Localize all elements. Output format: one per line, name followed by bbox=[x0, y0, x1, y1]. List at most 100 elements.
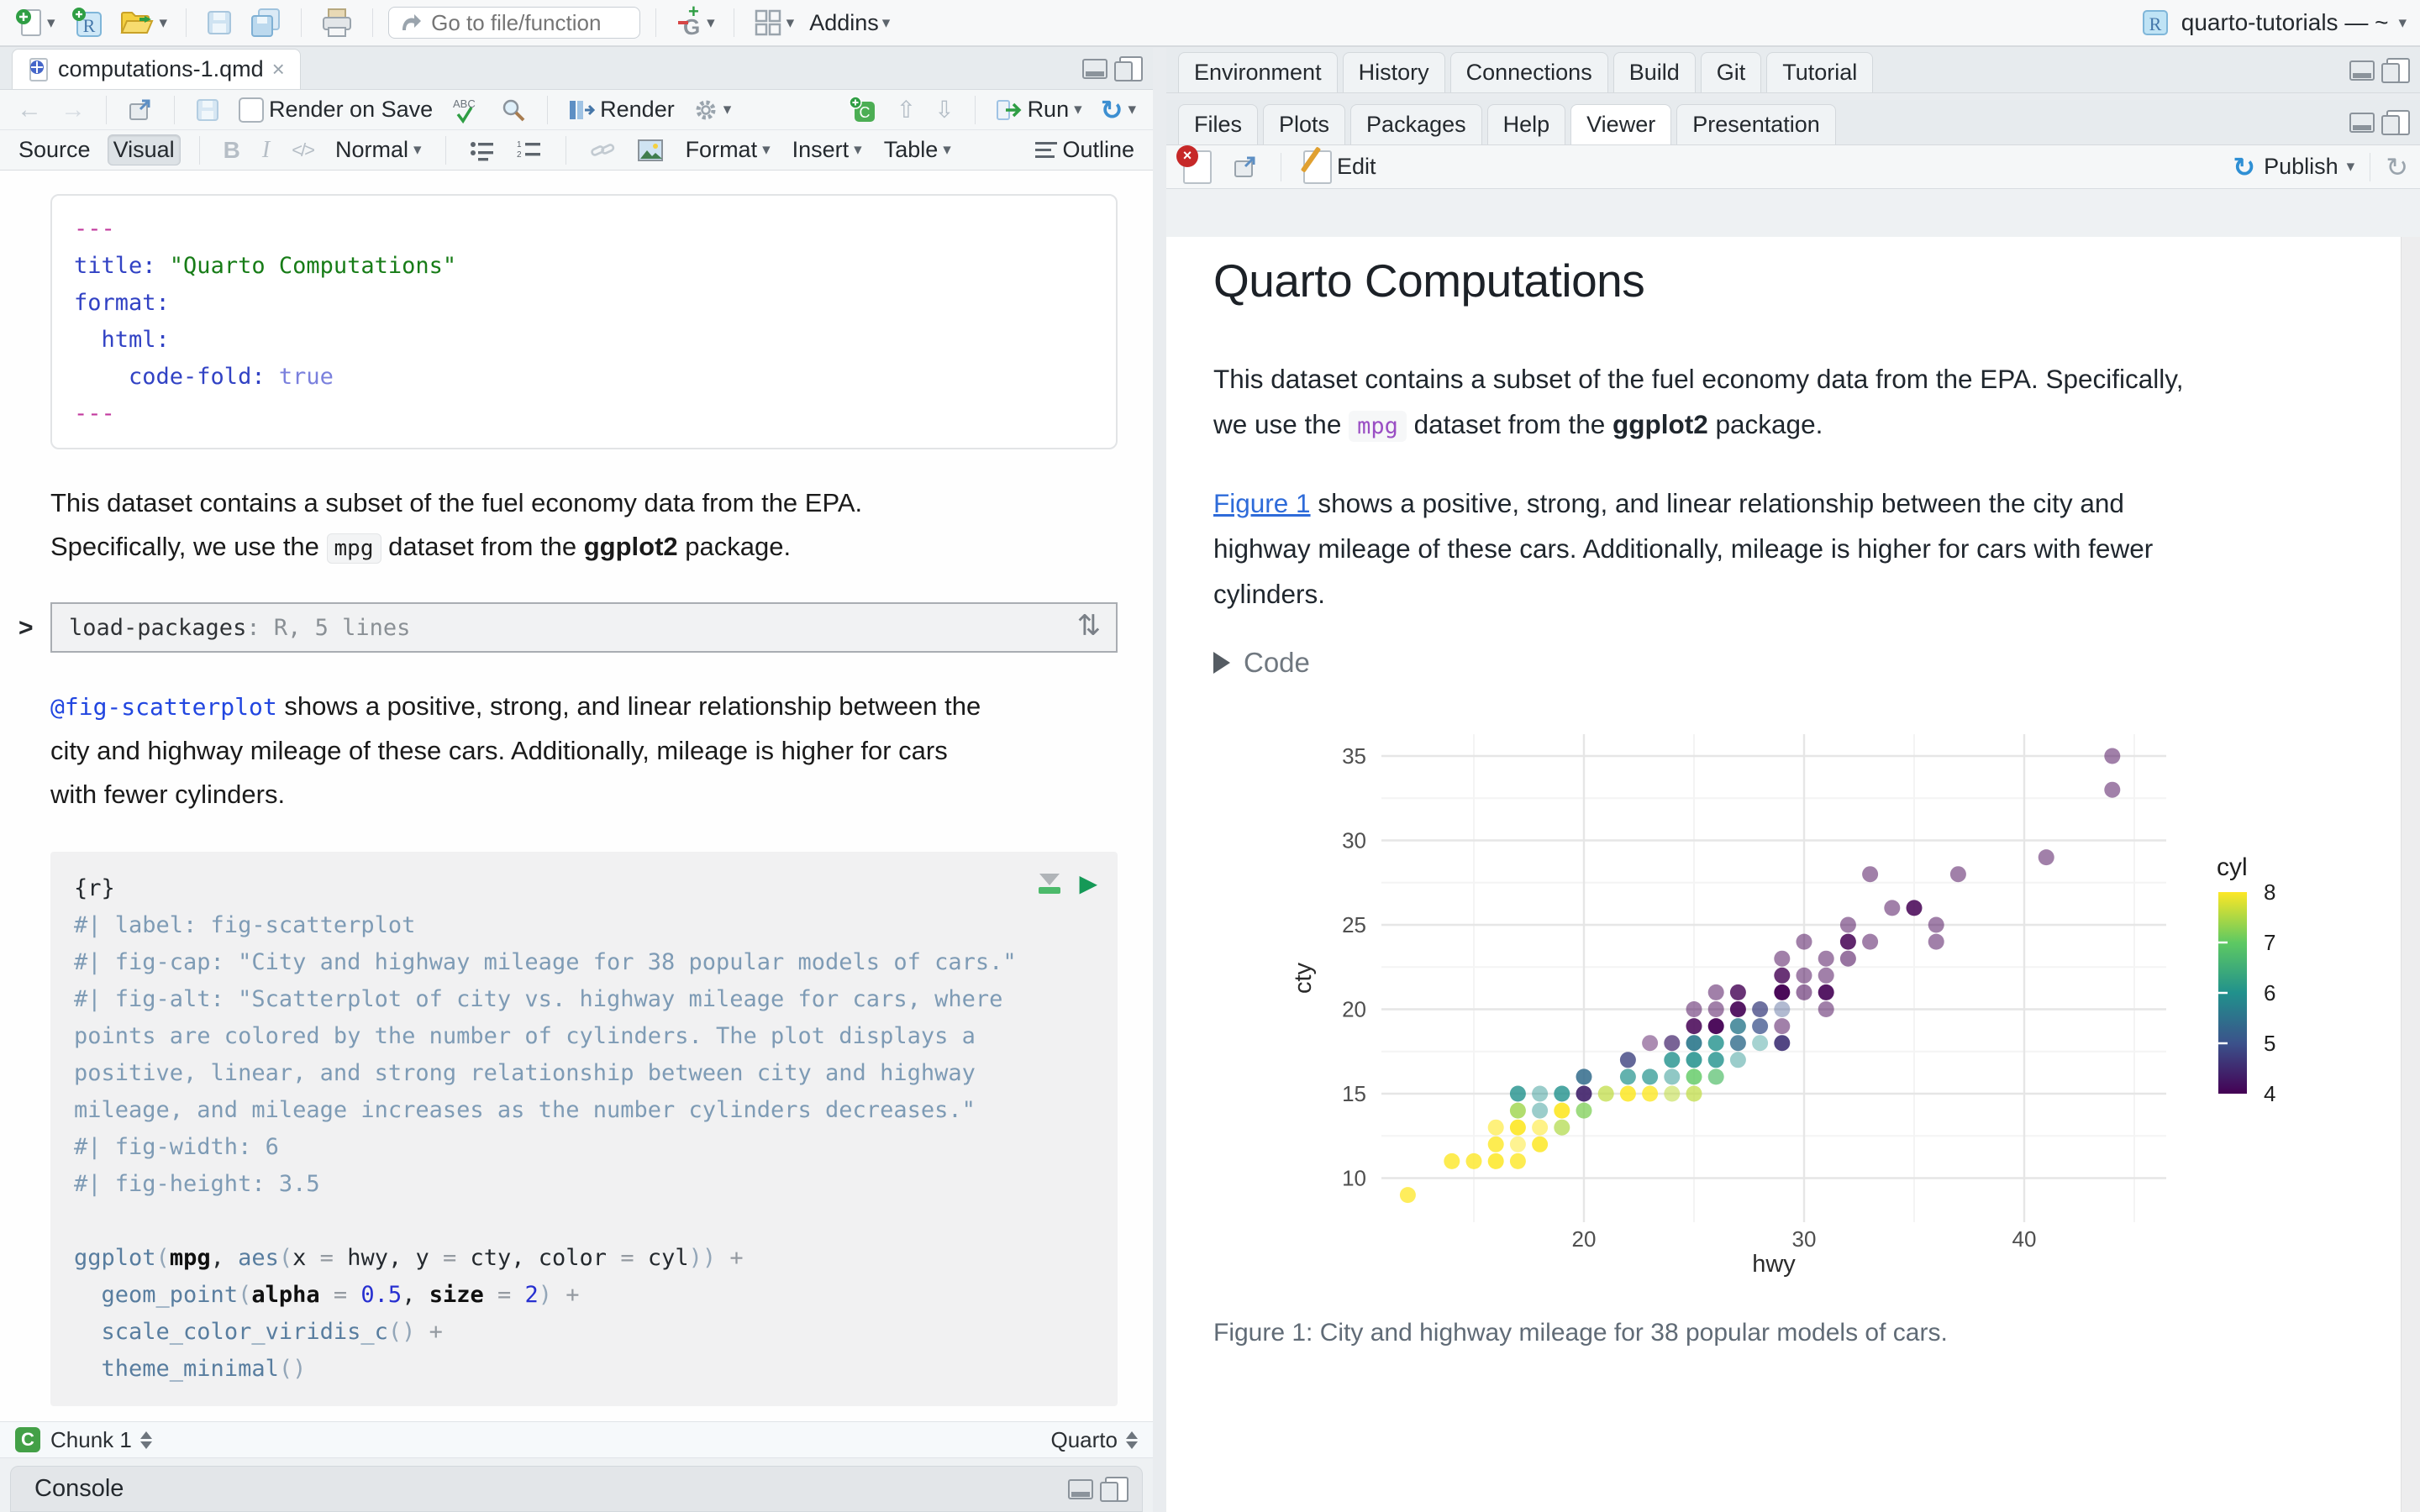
source-mode-button[interactable]: Source bbox=[13, 135, 96, 165]
project-menu[interactable]: R quarto-tutorials — ~ ▾ bbox=[2139, 7, 2407, 39]
render-button[interactable]: Render bbox=[563, 95, 680, 124]
insert-chunk-button[interactable]: C bbox=[843, 93, 883, 127]
insert-menu[interactable]: Insert ▾ bbox=[787, 135, 867, 165]
new-project-button[interactable]: R bbox=[67, 4, 108, 41]
run-chunk-button[interactable]: ▶ bbox=[1079, 872, 1097, 895]
code-format-button[interactable]: </> bbox=[287, 138, 318, 163]
chunk-expand-icon[interactable]: ⇅ bbox=[1077, 609, 1102, 643]
viewer-refresh-icon[interactable]: ↻ bbox=[2386, 151, 2408, 183]
text-token: cty, color bbox=[471, 1245, 621, 1271]
git-caret-icon[interactable]: ▾ bbox=[707, 15, 715, 31]
run-button[interactable]: Run ▾ bbox=[991, 95, 1087, 124]
open-file-caret-icon[interactable]: ▾ bbox=[160, 15, 168, 31]
tab-files[interactable]: Files bbox=[1178, 104, 1258, 144]
visual-editor-canvas[interactable]: ---title: "Quarto Computations"format: h… bbox=[0, 171, 1153, 1421]
publish-caret-icon[interactable]: ▾ bbox=[2347, 159, 2355, 175]
editor-paragraph[interactable]: This dataset contains a subset of the fu… bbox=[50, 481, 1092, 570]
tab-computations-qmd[interactable]: computations-1.qmd × bbox=[12, 49, 301, 89]
chunk-nav-updown-icon[interactable] bbox=[140, 1431, 152, 1449]
open-file-button[interactable]: ▾ bbox=[116, 6, 171, 39]
code-fold-disclosure[interactable]: Code bbox=[1213, 647, 1310, 679]
tab-tutorial[interactable]: Tutorial bbox=[1766, 52, 1873, 92]
clear-viewer-button[interactable]: × bbox=[1178, 149, 1217, 186]
tab-git[interactable]: Git bbox=[1701, 52, 1762, 92]
table-menu[interactable]: Table ▾ bbox=[879, 135, 956, 165]
next-chunk-button[interactable]: ⇩ bbox=[929, 94, 959, 125]
viewer-popout-button[interactable] bbox=[1227, 153, 1264, 181]
pane-divider[interactable] bbox=[1153, 48, 1166, 1512]
console-pane-header[interactable]: Console bbox=[10, 1466, 1143, 1512]
tab-connections[interactable]: Connections bbox=[1450, 52, 1608, 92]
git-button[interactable]: G+ ▾ bbox=[671, 4, 718, 41]
publish-label[interactable]: Publish bbox=[2264, 154, 2338, 180]
text-token: hwy, y bbox=[347, 1245, 443, 1271]
tab-close-icon[interactable]: × bbox=[272, 56, 285, 82]
new-file-caret-icon[interactable]: ▾ bbox=[47, 15, 55, 31]
minimize-pane-icon[interactable] bbox=[2349, 60, 2375, 81]
minimize-pane-icon[interactable] bbox=[1082, 59, 1107, 79]
outline-toggle[interactable]: Outline bbox=[1030, 135, 1139, 165]
data-point bbox=[1907, 900, 1923, 916]
save-doc-button[interactable] bbox=[190, 96, 225, 124]
render-settings-button[interactable]: ▾ bbox=[688, 96, 737, 124]
prev-chunk-button[interactable]: ⇧ bbox=[892, 94, 921, 125]
data-point bbox=[1928, 934, 1944, 950]
link-button[interactable] bbox=[585, 138, 620, 163]
viewer-scrollbar[interactable] bbox=[2401, 237, 2420, 1512]
bold-button[interactable]: B bbox=[218, 135, 245, 165]
tab-help[interactable]: Help bbox=[1487, 104, 1566, 144]
publish-icon[interactable]: ↻ bbox=[2233, 151, 2255, 183]
data-point bbox=[1862, 934, 1878, 950]
goto-file-input[interactable] bbox=[429, 9, 626, 37]
forward-button[interactable]: → bbox=[55, 94, 91, 126]
doc-mode-updown-icon[interactable] bbox=[1126, 1431, 1138, 1449]
find-replace-button[interactable] bbox=[495, 95, 532, 125]
tab-viewer[interactable]: Viewer bbox=[1570, 104, 1671, 144]
chunk-expand-chevron-icon[interactable]: > bbox=[18, 614, 34, 643]
save-all-button[interactable] bbox=[245, 5, 286, 40]
code-chunk-fig-scatterplot[interactable]: ▶ {r}#| label: fig-scatterplot#| fig-cap… bbox=[50, 852, 1118, 1406]
doc-mode-label[interactable]: Quarto bbox=[1051, 1427, 1118, 1453]
fig-scatterplot-ref[interactable]: @fig-scatterplot bbox=[50, 693, 277, 721]
run-chunks-above-button[interactable] bbox=[1039, 874, 1060, 894]
spellcheck-button[interactable]: ABC bbox=[446, 94, 487, 126]
maximize-pane-icon[interactable] bbox=[2386, 110, 2410, 135]
tab-build[interactable]: Build bbox=[1613, 52, 1696, 92]
maximize-pane-icon[interactable] bbox=[2386, 58, 2410, 83]
minimize-pane-icon[interactable] bbox=[2349, 113, 2375, 133]
addins-menu[interactable]: Addins ▾ bbox=[806, 8, 893, 38]
pane-layout-button[interactable]: ▾ bbox=[750, 6, 798, 39]
print-button[interactable] bbox=[317, 6, 357, 39]
italic-button[interactable]: I bbox=[257, 135, 275, 165]
tab-plots[interactable]: Plots bbox=[1263, 104, 1345, 144]
edit-button[interactable]: Edit bbox=[1298, 149, 1381, 186]
maximize-pane-icon[interactable] bbox=[1119, 56, 1143, 81]
render-on-save-toggle[interactable]: Render on Save bbox=[234, 95, 438, 124]
console-maximize-icon[interactable] bbox=[1105, 1477, 1128, 1502]
visual-mode-button[interactable]: Visual bbox=[108, 134, 181, 165]
numbered-list-button[interactable]: 12 bbox=[512, 138, 547, 163]
editor-paragraph[interactable]: @fig-scatterplot shows a positive, stron… bbox=[50, 685, 1092, 816]
collapsed-chunk-load-packages[interactable]: > load-packages: R, 5 lines ⇅ bbox=[50, 602, 1118, 653]
tab-history[interactable]: History bbox=[1343, 52, 1445, 92]
tab-presentation[interactable]: Presentation bbox=[1676, 104, 1836, 144]
goto-file-search[interactable] bbox=[388, 7, 640, 39]
data-point bbox=[1862, 866, 1878, 882]
popout-button[interactable] bbox=[122, 96, 159, 124]
paragraph-style-menu[interactable]: Normal ▾ bbox=[330, 135, 427, 165]
tab-packages[interactable]: Packages bbox=[1350, 104, 1482, 144]
format-menu[interactable]: Format ▾ bbox=[681, 135, 776, 165]
image-button[interactable] bbox=[632, 137, 669, 164]
save-button[interactable] bbox=[202, 7, 237, 39]
figure-1-link[interactable]: Figure 1 bbox=[1213, 488, 1311, 518]
tab-environment[interactable]: Environment bbox=[1178, 52, 1338, 92]
render-on-save-checkbox[interactable] bbox=[239, 97, 264, 123]
back-button[interactable]: ← bbox=[12, 94, 47, 126]
chunk-nav-label[interactable]: Chunk 1 bbox=[50, 1427, 132, 1453]
new-file-button[interactable]: ▾ bbox=[12, 5, 59, 40]
source-doc-button[interactable]: ↻ ▾ bbox=[1096, 92, 1141, 128]
bullet-list-button[interactable] bbox=[465, 138, 500, 163]
console-minimize-icon[interactable] bbox=[1068, 1479, 1093, 1499]
pane-layout-caret-icon[interactable]: ▾ bbox=[786, 15, 795, 31]
yaml-metadata-block[interactable]: ---title: "Quarto Computations"format: h… bbox=[50, 194, 1118, 449]
